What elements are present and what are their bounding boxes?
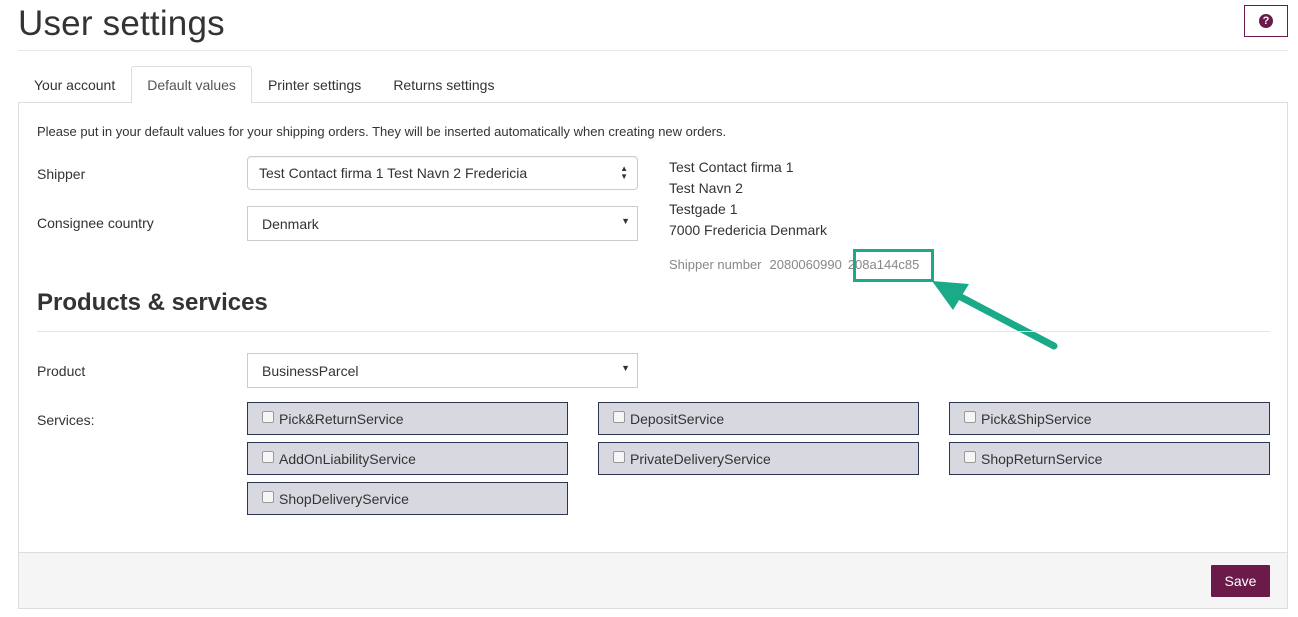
intro-text: Please put in your default values for yo… [37,124,727,139]
service-pick-return[interactable]: Pick&ReturnService [247,402,568,435]
service-label: DepositService [630,410,725,427]
address-line: Testgade 1 [669,201,738,217]
product-select-value: BusinessParcel [262,362,359,379]
shipper-number-label: Shipper number [669,257,762,272]
panel-footer: Save [19,552,1287,608]
address-line: Test Contact firma 1 [669,159,794,175]
service-addon-liability[interactable]: AddOnLiabilityService [247,442,568,475]
service-label: Pick&ShipService [981,410,1092,427]
service-shop-return[interactable]: ShopReturnService [949,442,1270,475]
service-label: Pick&ReturnService [279,410,404,427]
service-shop-delivery[interactable]: ShopDeliveryService [247,482,568,515]
shipper-select-value: Test Contact firma 1 Test Navn 2 Frederi… [259,165,528,181]
checkbox[interactable] [964,410,976,423]
service-deposit[interactable]: DepositService [598,402,919,435]
annotation-highlight-box [853,249,934,282]
annotation-arrow-icon [932,281,1058,350]
checkbox[interactable] [262,410,274,423]
checkbox[interactable] [262,490,274,503]
save-button[interactable]: Save [1211,565,1270,597]
consignee-country-value: Denmark [262,215,319,232]
checkbox[interactable] [262,450,274,463]
title-divider [18,50,1288,51]
section-divider [37,331,1270,332]
help-button[interactable]: ? [1244,5,1288,37]
question-circle-icon: ? [1259,14,1273,28]
caret-down-icon: ▼ [621,363,630,373]
service-label: PrivateDeliveryService [630,450,771,467]
consignee-country-select[interactable]: Denmark ▼ [247,206,638,241]
checkbox[interactable] [964,450,976,463]
service-label: ShopDeliveryService [279,490,409,507]
checkbox[interactable] [613,410,625,423]
service-private-delivery[interactable]: PrivateDeliveryService [598,442,919,475]
products-services-title: Products & services [37,289,268,316]
address-line: 7000 Fredericia Denmark [669,222,827,238]
service-pick-ship[interactable]: Pick&ShipService [949,402,1270,435]
service-label: ShopReturnService [981,450,1103,467]
product-select[interactable]: BusinessParcel ▼ [247,353,638,388]
product-label: Product [37,363,86,379]
shipper-number-prefix: 2080060990 [769,257,842,272]
shipper-label: Shipper [37,166,86,182]
sort-updown-icon: ▲ ▼ [620,164,628,181]
address-line: Test Navn 2 [669,180,743,196]
tab-returns-settings[interactable]: Returns settings [377,66,510,103]
default-values-panel: Please put in your default values for yo… [18,102,1288,609]
shipper-address: Test Contact firma 1 Test Navn 2 Testgad… [669,157,827,241]
tab-default-values[interactable]: Default values [131,66,252,103]
checkbox[interactable] [613,450,625,463]
service-label: AddOnLiabilityService [279,450,416,467]
tab-your-account[interactable]: Your account [18,66,131,103]
consignee-country-label: Consignee country [37,215,154,231]
page-title: User settings [18,4,225,43]
tab-bar: Your account Default values Printer sett… [18,66,510,103]
services-label: Services: [37,412,95,428]
shipper-select[interactable]: Test Contact firma 1 Test Navn 2 Frederi… [247,156,638,190]
caret-down-icon: ▼ [621,216,630,226]
tab-printer-settings[interactable]: Printer settings [252,66,377,103]
